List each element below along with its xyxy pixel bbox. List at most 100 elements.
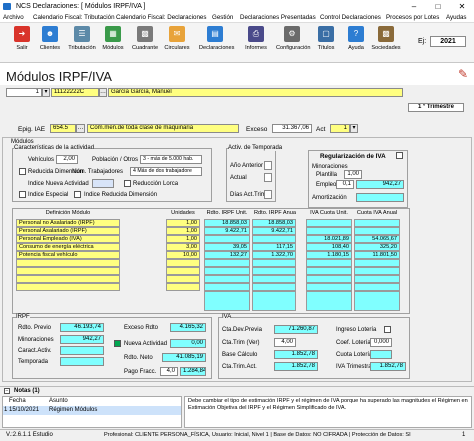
activity-description-field[interactable]: Com.men.de toda clase de maquinaria [87,124,239,133]
table-cell: 108,40 [306,243,352,251]
temporada-title: Activ. de Temporada [228,145,283,151]
client-name-field[interactable]: García García, Manuel [108,88,403,97]
menu-ayudas[interactable]: Ayudas [446,14,467,21]
table-cell[interactable]: 10,00 [166,251,200,259]
table-cell[interactable]: Personal no Asalariado (IRPF) [16,219,120,227]
table-cell[interactable] [166,275,200,283]
table-cell[interactable]: 1,00 [166,227,200,235]
menu-control-declaraciones[interactable]: Control Declaraciones [320,14,381,21]
table-cell: 9.422,71 [204,227,250,235]
maximize-icon[interactable]: □ [426,0,450,13]
plantilla-field[interactable]: 1,00 [344,170,362,179]
ingreso-loteria-checkbox[interactable] [384,326,391,333]
menu-declaraciones-presentadas[interactable]: Declaraciones Presentadas [240,14,316,21]
rdto-neto-label: Rdto. Neto [124,355,153,361]
table-cell[interactable] [166,283,200,291]
notes-toggle-checkbox[interactable]: − [4,388,10,394]
table-cell[interactable]: Potencia fiscal vehículo [16,251,120,259]
table-header-0: Definición Módulo [45,210,91,216]
client-search-button[interactable]: … [99,88,107,97]
amortizacion-label: Amortización [312,195,347,201]
cta-trim-act-label: Cta.Trim.Act. [222,364,257,370]
epig-field[interactable]: 654.5 [50,124,76,133]
notes-row[interactable]: 1 15/10/2021 Régimen Módulos [3,406,181,415]
vehiculos-label: Vehículos [28,157,55,163]
edit-icon[interactable]: ✎ [458,67,468,81]
period-select[interactable]: 1 º Trimestre [408,103,464,112]
table-cell[interactable] [16,267,120,275]
indice-especial-checkbox[interactable] [19,191,26,198]
indice-nueva-select[interactable] [92,179,114,188]
toolbar-circulares[interactable]: ✉ Circulares [161,26,193,51]
client-prev-button[interactable]: ▾ [42,88,50,97]
indice-reducida-checkbox[interactable] [74,191,81,198]
cta-trim-ver-field[interactable]: 4,00 [274,338,296,347]
epig-search-button[interactable]: … [76,124,85,133]
toolbar-sociedades[interactable]: ▩ Sociedades [370,26,402,51]
table-cell: 9.422,71 [252,227,296,235]
table-cell [306,227,352,235]
toolbar-cuadrante[interactable]: ▩ Cuadrante [129,26,161,51]
act-field[interactable]: 1 [330,124,350,133]
table-cell[interactable] [16,259,120,267]
empleo-pct-field[interactable]: 0,1 [336,180,354,189]
table-cell: 325,20 [354,243,400,251]
anio-anterior-field[interactable] [264,161,272,170]
table-cell[interactable]: Personal Asalariado (IRPF) [16,227,120,235]
act-dropdown-button[interactable]: ▾ [350,124,358,133]
actual-field[interactable] [264,173,272,182]
cuota-dev-previa-field: 71.260,87 [274,325,318,334]
vehiculos-field[interactable]: 2,00 [56,155,78,164]
client-number-field[interactable]: 1 [6,88,42,97]
toolbar-modulos[interactable]: ▦ Módulos [97,26,129,51]
menu-calendario-tributacion[interactable]: Calendario Fiscal: Tributación [33,14,115,21]
notes-col-fecha: Fecha [9,398,26,404]
regularizacion-checkbox[interactable] [396,152,403,159]
year-field[interactable]: 2021 [430,36,466,47]
indice-especial-label: Indice Especial [28,192,69,198]
nueva-actividad-field: 0,00 [170,339,206,348]
table-cell [252,283,296,291]
table-cell[interactable]: 3,00 [166,243,200,251]
pago-fracc-pct-field[interactable]: 4,0 [160,367,178,376]
menu-archivo[interactable]: Archivo [3,14,24,21]
dias-act-trim-field[interactable] [264,190,272,199]
table-filler [252,291,296,311]
minimize-icon[interactable]: – [402,0,426,13]
table-cell[interactable]: Consumo de energía eléctrica [16,243,120,251]
table-cell: 54.065,67 [354,235,400,243]
toolbar-clientes[interactable]: ☻ Clientes [34,26,66,51]
close-icon[interactable]: ✕ [450,0,474,13]
toolbar-tributacion[interactable]: ☰ Tributación [66,26,98,51]
menu-procesos-lotes[interactable]: Procesos por Lotes [386,14,439,21]
reduccion-lorca-checkbox[interactable] [124,180,131,187]
toolbar-ayuda[interactable]: ? Ayuda [340,26,372,51]
table-cell: 18.858,03 [252,219,296,227]
toolbar-titulos[interactable]: ▢ Títulos [310,26,342,51]
menu-calendario-declaraciones[interactable]: Calendario Fiscal: Declaraciones [116,14,206,21]
toolbar-informes[interactable]: ⎙ Informes [240,26,272,51]
table-cell[interactable]: 1,00 [166,219,200,227]
num-trabajadores-select[interactable]: 4 Más de dos trabajadore [130,167,202,176]
note-text[interactable]: Debe cambiar el tipo de estimación IRPF … [184,396,472,428]
toolbar-configuracion[interactable]: ⚙ Configuración [276,26,311,51]
table-cell[interactable]: Personal Empleado (IVA) [16,235,120,243]
coef-loteria-field[interactable]: 0,000 [370,338,392,347]
menu-gestion[interactable]: Gestión [212,14,233,21]
note-date: 15/10/2021 [9,407,40,413]
table-filler [306,291,352,311]
table-cell[interactable] [16,283,120,291]
table-cell[interactable] [16,275,120,283]
toolbar-declaraciones[interactable]: ▤ Declaraciones [199,26,234,51]
note-row-number: 1 [4,407,8,413]
poblacion-select[interactable]: 3 - más de 5.000 hab. [140,155,202,164]
table-cell [204,275,250,283]
nif-field[interactable]: 11122222C [51,88,99,97]
table-cell[interactable] [166,267,200,275]
table-cell[interactable] [166,259,200,267]
table-cell: 39,05 [204,243,250,251]
reducida-dimension-checkbox[interactable] [19,168,26,175]
dias-act-trim-label: Días Act.Trim. [230,192,268,198]
iva-trimestral-label: IVA Trimestral [336,364,373,370]
table-cell[interactable]: 1,00 [166,235,200,243]
